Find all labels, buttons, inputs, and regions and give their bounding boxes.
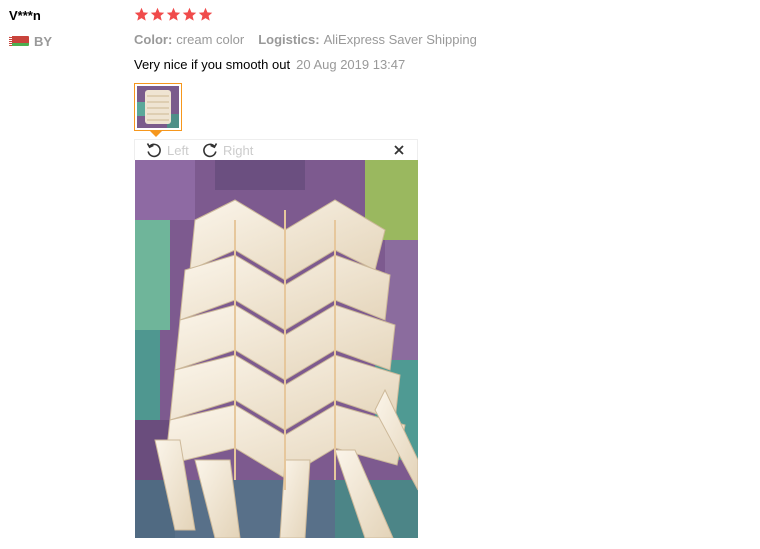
rotate-left-button[interactable]: Left: [145, 141, 189, 159]
image-viewer-toolbar: Left Right: [134, 139, 418, 160]
rotate-right-button[interactable]: Right: [201, 141, 253, 159]
star-icon: [182, 7, 197, 21]
star-icon: [150, 7, 165, 21]
rotate-right-label: Right: [223, 142, 254, 158]
review-photo-thumbnail[interactable]: [134, 83, 182, 131]
close-icon[interactable]: [391, 141, 407, 159]
color-label: Color:: [134, 32, 173, 47]
reviewer-country: BY: [34, 34, 53, 49]
rotate-left-icon: [146, 143, 161, 158]
order-attributes: Color: cream color Logistics: AliExpress…: [134, 32, 477, 47]
rotate-left-label: Left: [167, 142, 189, 158]
logistics-label: Logistics:: [258, 32, 320, 47]
review-photo-enlarged: [135, 160, 418, 538]
star-icon: [134, 7, 149, 21]
rotate-right-icon: [203, 143, 218, 158]
review-content: Very nice if you smooth out 20 Aug 2019 1…: [134, 57, 405, 72]
logistics-value: AliExpress Saver Shipping: [323, 32, 477, 47]
thumbnail-pointer: [150, 131, 162, 137]
belarus-flag-icon: [9, 36, 29, 46]
star-icon: [166, 7, 181, 21]
reviewer-name: V***n: [9, 8, 41, 23]
review-text: Very nice if you smooth out: [134, 57, 291, 72]
color-value: cream color: [176, 32, 245, 47]
star-rating: [134, 7, 213, 22]
star-icon: [198, 7, 213, 21]
review-date: 20 Aug 2019 13:47: [296, 57, 406, 72]
